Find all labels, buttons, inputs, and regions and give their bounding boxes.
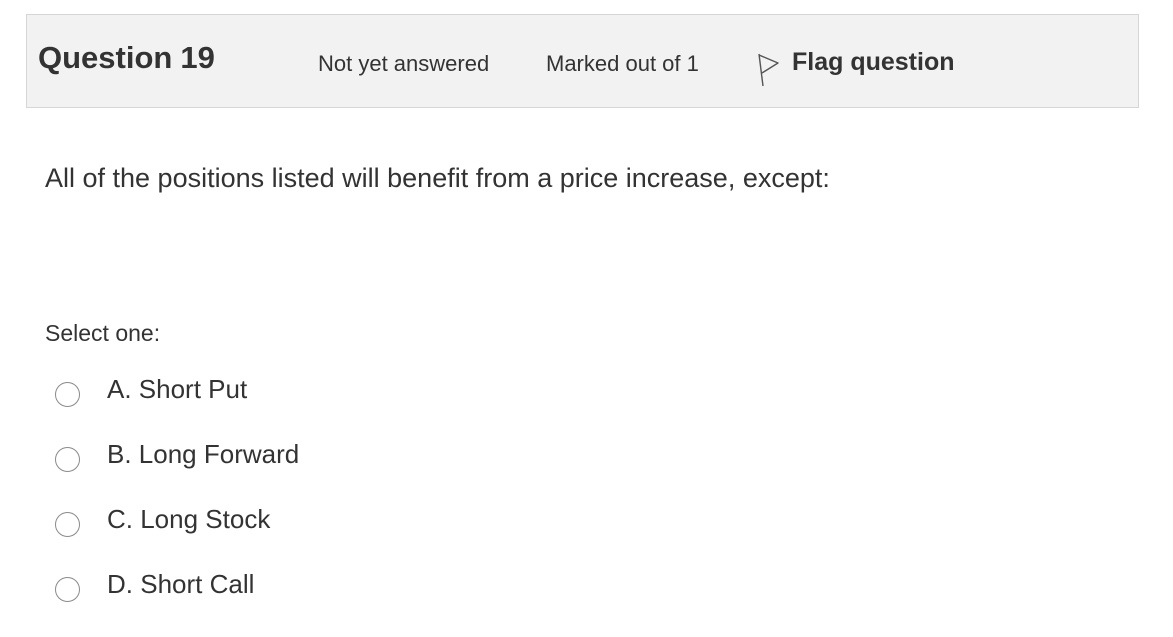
answer-label-c[interactable]: C. Long Stock: [107, 502, 270, 536]
answer-options: A. Short Put B. Long Forward C. Long Sto…: [55, 372, 299, 632]
question-info-bar: Question 19 Not yet answered Marked out o…: [26, 14, 1139, 108]
question-title: Question 19: [38, 40, 215, 76]
flag-question-button[interactable]: Flag question: [756, 48, 955, 88]
answer-label-b[interactable]: B. Long Forward: [107, 437, 299, 471]
flag-question-label: Flag question: [792, 48, 955, 76]
answer-prompt: Select one:: [45, 320, 161, 346]
answer-option-d[interactable]: D. Short Call: [55, 567, 299, 632]
question-grade: Marked out of 1: [546, 51, 699, 76]
question-title-prefix: Question: [38, 40, 173, 75]
question-state: Not yet answered: [318, 51, 490, 76]
flag-icon: [756, 52, 780, 92]
radio-button-a[interactable]: [55, 382, 80, 407]
answer-option-c[interactable]: C. Long Stock: [55, 502, 299, 567]
radio-button-b[interactable]: [55, 447, 80, 472]
question-number: 19: [180, 40, 215, 75]
radio-button-d[interactable]: [55, 577, 80, 602]
answer-option-a[interactable]: A. Short Put: [55, 372, 299, 437]
answer-label-a[interactable]: A. Short Put: [107, 372, 247, 406]
radio-button-c[interactable]: [55, 512, 80, 537]
answer-label-d[interactable]: D. Short Call: [107, 567, 254, 601]
question-text: All of the positions listed will benefit…: [45, 163, 830, 193]
answer-option-b[interactable]: B. Long Forward: [55, 437, 299, 502]
